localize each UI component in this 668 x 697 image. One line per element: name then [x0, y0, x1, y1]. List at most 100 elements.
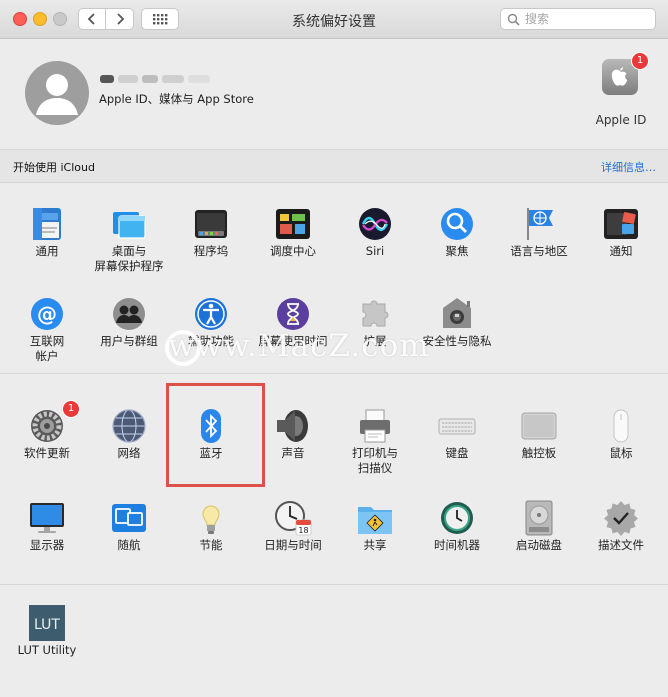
pref-label: 语言与地区 — [510, 244, 568, 258]
lut-utility-icon: LUT — [27, 603, 67, 643]
chevron-left-icon — [87, 13, 95, 25]
hardware-prefs-section: 1 软件更新 网络 蓝牙 声音 打印机与 扫描仪 键盘 触控板 鼠标显示器 随航 节能 18 日期与时间 共… — [0, 373, 668, 584]
svg-text:@: @ — [37, 302, 57, 326]
pref-spotlight[interactable]: 聚焦 — [416, 182, 498, 272]
user-name-redacted — [100, 72, 212, 85]
pref-printers-scanners[interactable]: 打印机与 扫描仪 — [334, 384, 416, 475]
pref-label: 启动磁盘 — [516, 538, 562, 552]
pref-date-time[interactable]: 18 日期与时间 — [252, 476, 334, 566]
pref-screen-time[interactable]: 屏幕使用时间 — [252, 272, 334, 362]
pref-lut-utility[interactable]: LUT LUT Utility — [6, 581, 88, 671]
date-time-icon: 18 — [273, 498, 313, 538]
pref-label: 屏幕使用时间 — [258, 334, 328, 348]
bluetooth-icon — [191, 406, 231, 446]
pref-bluetooth[interactable]: 蓝牙 — [170, 384, 252, 474]
icloud-banner: 开始使用 iCloud 详细信息… — [0, 149, 668, 183]
pref-label: 通用 — [35, 244, 59, 258]
language-region-icon — [519, 204, 559, 244]
apple-id-pref[interactable]: 1 Apple ID — [590, 51, 652, 131]
network-icon — [109, 406, 149, 446]
pref-general[interactable]: 通用 — [6, 182, 88, 272]
pref-users-groups[interactable]: 用户与群组 — [88, 272, 170, 362]
pref-time-machine[interactable]: 时间机器 — [416, 476, 498, 566]
dock-icon — [191, 204, 231, 244]
account-section: Apple ID、媒体与 App Store 1 Apple ID — [0, 39, 668, 149]
pref-software-update[interactable]: 1 软件更新 — [6, 384, 88, 474]
pref-displays[interactable]: 显示器 — [6, 476, 88, 566]
pref-accessibility[interactable]: 辅助功能 — [170, 272, 252, 362]
other-prefs-section: LUT LUT Utility — [0, 584, 668, 697]
pref-language-region[interactable]: 语言与地区 — [498, 182, 580, 272]
pref-label: 打印机与 扫描仪 — [352, 446, 398, 475]
pref-label: 调度中心 — [270, 244, 316, 258]
pref-label: 通知 — [609, 244, 633, 258]
software-update-icon — [27, 406, 67, 446]
trackpad-icon — [519, 406, 559, 446]
sound-icon — [273, 406, 313, 446]
pref-label: 辅助功能 — [188, 334, 234, 348]
extensions-icon — [355, 294, 395, 334]
printers-scanners-icon — [355, 406, 395, 446]
pref-energy-saver[interactable]: 节能 — [170, 476, 252, 566]
close-window-button[interactable] — [13, 12, 27, 26]
user-silhouette-icon — [36, 74, 78, 115]
keyboard-icon — [437, 406, 477, 446]
title-bar: 系统偏好设置 — [0, 0, 668, 39]
pref-security-privacy[interactable]: 安全性与隐私 — [416, 272, 498, 362]
pref-label: 随航 — [117, 538, 141, 552]
pref-network[interactable]: 网络 — [88, 384, 170, 474]
pref-mission-control[interactable]: 调度中心 — [252, 182, 334, 272]
security-privacy-icon — [437, 294, 477, 334]
search-input[interactable] — [525, 10, 649, 28]
avatar[interactable] — [25, 61, 89, 125]
pref-notifications[interactable]: 通知 — [580, 182, 662, 272]
pref-label: 程序坞 — [193, 244, 229, 258]
search-field[interactable] — [500, 8, 656, 30]
mission-control-icon — [273, 204, 313, 244]
sharing-icon — [355, 498, 395, 538]
chevron-right-icon — [116, 13, 124, 25]
pref-dock[interactable]: 程序坞 — [170, 182, 252, 272]
personal-prefs-section: 通用 桌面与 屏幕保护程序 程序坞 调度中心 Siri 聚焦 语言与地区 通知 @ 互联网 帐户 用户与… — [0, 182, 668, 372]
profiles-icon — [601, 498, 641, 538]
pref-label: 用户与群组 — [100, 334, 158, 348]
account-subtitle: Apple ID、媒体与 App Store — [99, 92, 254, 106]
notification-badge: 1 — [62, 400, 80, 418]
pref-sharing[interactable]: 共享 — [334, 476, 416, 566]
pref-label: 聚焦 — [445, 244, 469, 258]
mouse-icon — [601, 406, 641, 446]
details-link[interactable]: 详细信息… — [601, 159, 656, 175]
pref-label: 蓝牙 — [199, 446, 223, 460]
pref-internet-accounts[interactable]: @ 互联网 帐户 — [6, 272, 88, 363]
users-groups-icon — [109, 294, 149, 334]
minimize-window-button[interactable] — [33, 12, 47, 26]
displays-icon — [27, 498, 67, 538]
notifications-icon — [601, 204, 641, 244]
show-all-button[interactable] — [141, 8, 179, 30]
pref-sound[interactable]: 声音 — [252, 384, 334, 474]
sidecar-icon — [109, 498, 149, 538]
zoom-window-button[interactable] — [53, 12, 67, 26]
desktop-screensaver-icon — [109, 204, 149, 244]
pref-desktop-screensaver[interactable]: 桌面与 屏幕保护程序 — [88, 182, 170, 273]
pref-sidecar[interactable]: 随航 — [88, 476, 170, 566]
internet-accounts-icon: @ — [27, 294, 67, 334]
lut-icon-text: LUT — [34, 617, 60, 633]
pref-label: 软件更新 — [24, 446, 70, 460]
forward-button[interactable] — [106, 8, 134, 30]
startup-disk-icon — [519, 498, 559, 538]
pref-label: 鼠标 — [609, 446, 633, 460]
system-preferences-window: 系统偏好设置 Apple ID、媒体与 App Store — [0, 0, 668, 697]
pref-trackpad[interactable]: 触控板 — [498, 384, 580, 474]
back-button[interactable] — [78, 8, 106, 30]
accessibility-icon — [191, 294, 231, 334]
pref-siri[interactable]: Siri — [334, 182, 416, 272]
pref-mouse[interactable]: 鼠标 — [580, 384, 662, 474]
pref-startup-disk[interactable]: 启动磁盘 — [498, 476, 580, 566]
pref-keyboard[interactable]: 键盘 — [416, 384, 498, 474]
pref-label: 互联网 帐户 — [29, 334, 65, 363]
pref-extensions[interactable]: 扩展 — [334, 272, 416, 362]
energy-saver-icon — [191, 498, 231, 538]
pref-profiles[interactable]: 描述文件 — [580, 476, 662, 566]
pref-label: 扩展 — [363, 334, 387, 348]
